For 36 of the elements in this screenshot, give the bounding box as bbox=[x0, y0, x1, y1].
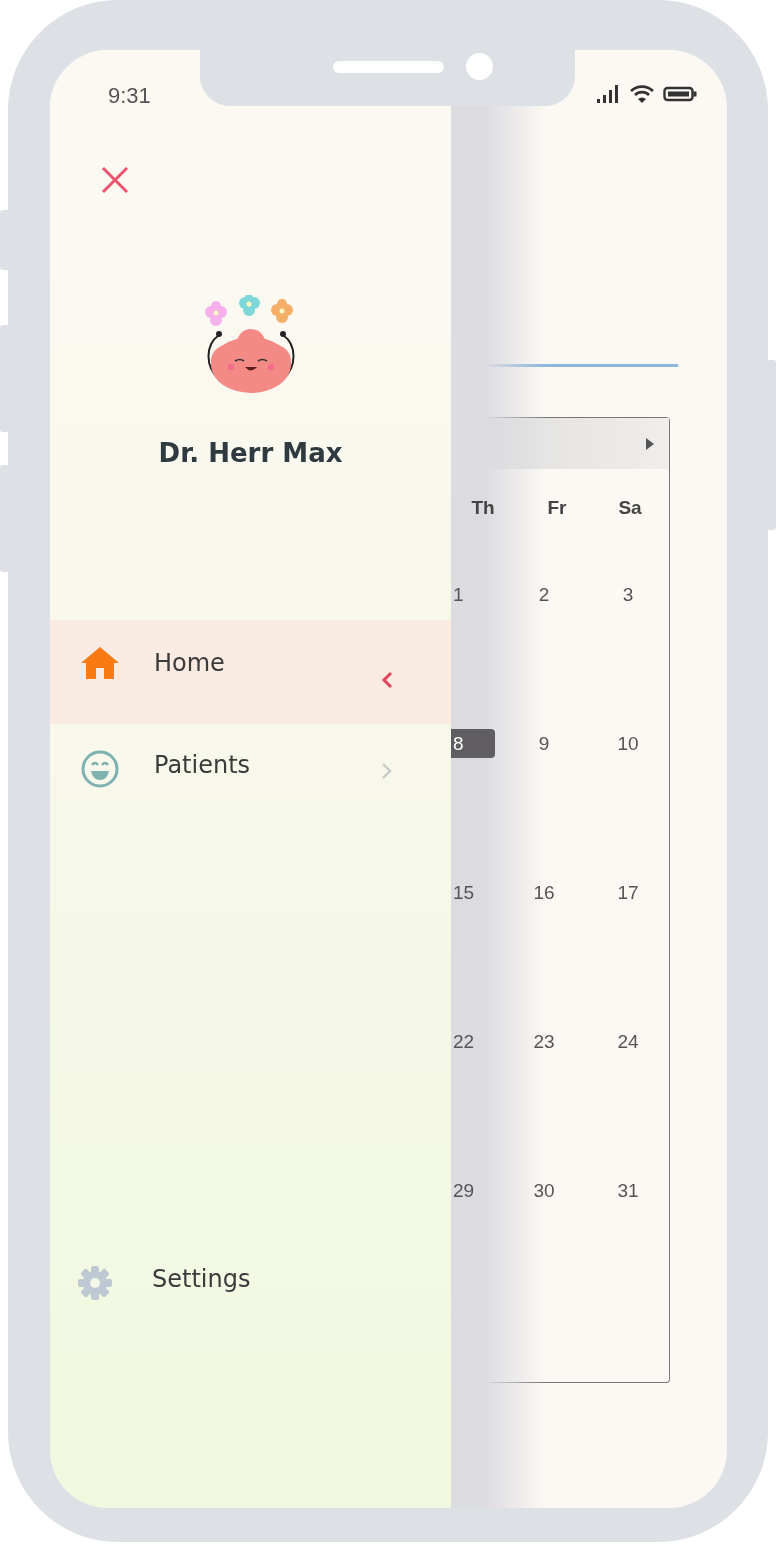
weekday-label: Th bbox=[471, 496, 495, 519]
nav-item[interactable]: Patients bbox=[50, 724, 451, 814]
chevron-right-icon bbox=[380, 761, 394, 781]
nav-label: Patients bbox=[154, 751, 251, 779]
next-month-icon[interactable] bbox=[645, 436, 655, 451]
calendar-day[interactable]: 23 bbox=[529, 1027, 559, 1056]
calendar-day[interactable]: 15 bbox=[451, 878, 495, 907]
calendar-day[interactable]: 29 bbox=[451, 1176, 495, 1205]
smiley-icon bbox=[80, 749, 120, 789]
chevron-left-icon bbox=[380, 670, 394, 690]
wifi-icon bbox=[629, 84, 655, 104]
battery-icon bbox=[663, 86, 697, 102]
calendar-day[interactable]: 17 bbox=[613, 878, 643, 907]
nav-label: Settings bbox=[152, 1265, 251, 1293]
calendar-day[interactable]: 31 bbox=[613, 1176, 643, 1205]
nav-label: Home bbox=[154, 649, 225, 677]
status-time: 9:31 bbox=[108, 83, 151, 109]
calendar-day[interactable]: 2 bbox=[534, 580, 554, 609]
signal-icon bbox=[597, 85, 621, 103]
user-name: Dr. Herr Max bbox=[158, 438, 343, 468]
nav-item[interactable]: Home bbox=[50, 620, 451, 724]
calendar-day[interactable]: 30 bbox=[529, 1176, 559, 1205]
calendar-day[interactable]: 24 bbox=[613, 1027, 643, 1056]
home-icon bbox=[80, 646, 120, 680]
calendar-day[interactable]: 16 bbox=[529, 878, 559, 907]
calendar-day[interactable]: 22 bbox=[451, 1027, 495, 1056]
calendar-day[interactable]: 10 bbox=[613, 729, 643, 758]
close-icon[interactable] bbox=[100, 165, 130, 195]
weekday-label: Fr bbox=[547, 496, 567, 519]
calendar-day[interactable]: 8 bbox=[451, 729, 495, 758]
calendar-day[interactable]: 3 bbox=[618, 580, 638, 609]
weekday-label: Sa bbox=[618, 496, 642, 519]
calendar-day[interactable]: 9 bbox=[534, 729, 554, 758]
calendar-day[interactable]: 1 bbox=[451, 580, 495, 609]
settings-item[interactable]: Settings bbox=[50, 1238, 451, 1328]
settings-icon bbox=[76, 1264, 114, 1302]
